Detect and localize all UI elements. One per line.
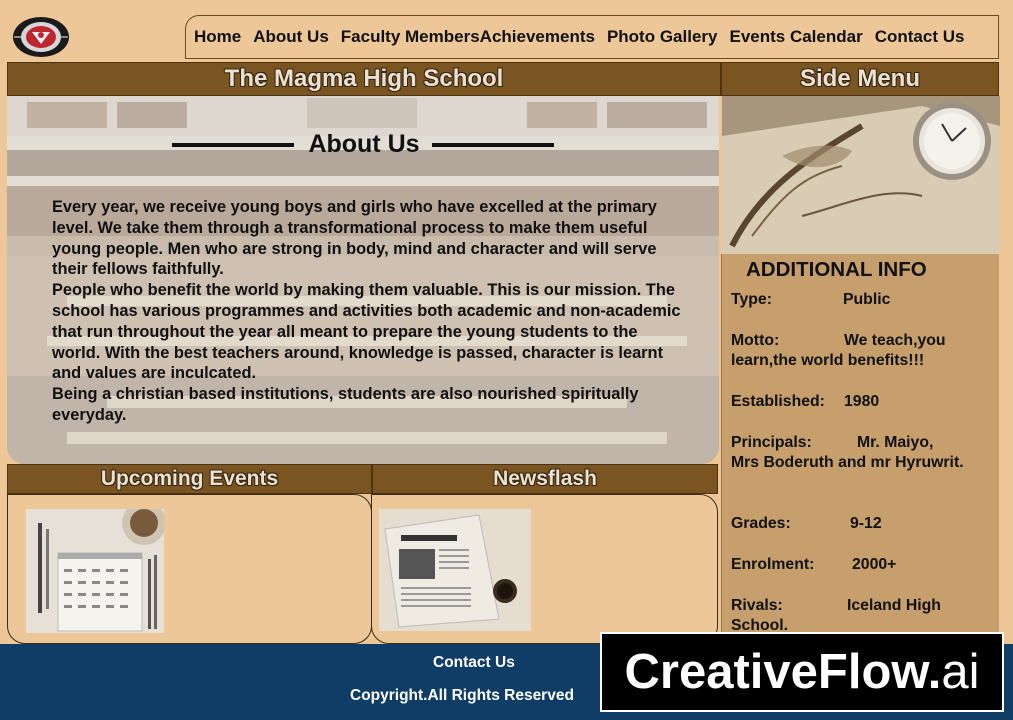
upcoming-events-card (7, 494, 372, 644)
additional-info-title: ADDITIONAL INFO (746, 258, 927, 281)
info-rivals-label: Rivals: (731, 597, 783, 614)
nav-contact-us[interactable]: Contact Us (875, 27, 965, 47)
info-principals-value-cont: Mrs Boderuth and mr Hyruwrit. (731, 454, 964, 472)
info-rivals-value: Iceland High (847, 597, 941, 614)
nav-achievements[interactable]: Achievements (480, 27, 595, 47)
newsflash-bar: Newsflash (372, 464, 718, 494)
calendar-image[interactable] (26, 509, 164, 633)
newspaper-image[interactable] (379, 509, 531, 631)
map-and-watch-image (722, 96, 1000, 254)
about-body: Every year, we receive young boys and gi… (52, 197, 682, 426)
info-motto-value: We teach,you (844, 332, 946, 349)
about-paragraph-1: Every year, we receive young boys and gi… (52, 198, 657, 279)
side-menu-bar: Side Menu (721, 62, 999, 96)
nav-faculty-members[interactable]: Faculty Members (341, 27, 480, 47)
footer-copyright: Copyright.All Rights Reserved (350, 687, 574, 704)
info-principals: Principals: Mr. Maiyo, Mrs Boderuth and m… (731, 433, 993, 474)
info-enrolment-label: Enrolment: (731, 556, 815, 573)
info-motto: Motto: We teach,you learn,the world benef… (731, 331, 993, 372)
school-title: The Magma High School (224, 65, 504, 92)
creativeflow-watermark: CreativeFlow. ai (600, 632, 1004, 712)
upcoming-events-bar: Upcoming Events (7, 464, 372, 494)
side-menu-title: Side Menu (799, 65, 920, 92)
info-grades-value: 9-12 (850, 515, 882, 532)
info-motto-label: Motto: (731, 332, 780, 349)
info-principals-value: Mr. Maiyo, (857, 434, 934, 451)
nav-home[interactable]: Home (194, 27, 241, 47)
upcoming-events-title: Upcoming Events (100, 467, 279, 490)
info-grades: Grades: 9-12 (731, 514, 993, 534)
watermark-suffix: ai (941, 645, 980, 699)
about-heading: About Us (308, 130, 420, 158)
nav-about-us[interactable]: About Us (253, 27, 329, 47)
info-enrolment-value: 2000+ (852, 556, 897, 573)
about-paragraph-2: People who benefit the world by making t… (52, 281, 681, 383)
additional-info-panel: ADDITIONAL INFO Type: Public Motto: We tea… (721, 254, 999, 636)
info-grades-label: Grades: (731, 515, 791, 532)
info-established: Established: 1980 (731, 392, 993, 412)
info-motto-value-cont: learn,the world benefits!!! (731, 352, 925, 370)
info-established-label: Established: (731, 393, 825, 410)
about-heading-group: About Us (7, 130, 719, 159)
newsflash-card (371, 494, 718, 644)
newsflash-title: Newsflash (493, 467, 597, 490)
info-principals-label: Principals: (731, 434, 812, 451)
school-title-bar: The Magma High School (7, 62, 721, 96)
heading-rule-left (172, 142, 295, 147)
about-section: About Us Every year, we receive young bo… (7, 96, 719, 464)
nav-photo-gallery[interactable]: Photo Gallery (607, 27, 718, 47)
info-enrolment: Enrolment: 2000+ (731, 555, 993, 575)
info-type-value: Public (843, 291, 891, 308)
top-navigation: Home About Us Faculty Members Achievemen… (185, 15, 999, 59)
watermark-brand: CreativeFlow. (624, 645, 942, 699)
info-established-value: 1980 (844, 393, 880, 410)
school-crest-icon[interactable] (12, 16, 70, 58)
info-type-label: Type: (731, 291, 772, 308)
nav-events-calendar[interactable]: Events Calendar (729, 27, 862, 47)
info-rivals: Rivals: Iceland High School. (731, 596, 993, 637)
about-paragraph-3: Being a christian based institutions, st… (52, 385, 639, 424)
info-type: Type: Public (731, 290, 993, 310)
footer-contact-link[interactable]: Contact Us (433, 654, 515, 672)
heading-rule-right (431, 142, 554, 147)
